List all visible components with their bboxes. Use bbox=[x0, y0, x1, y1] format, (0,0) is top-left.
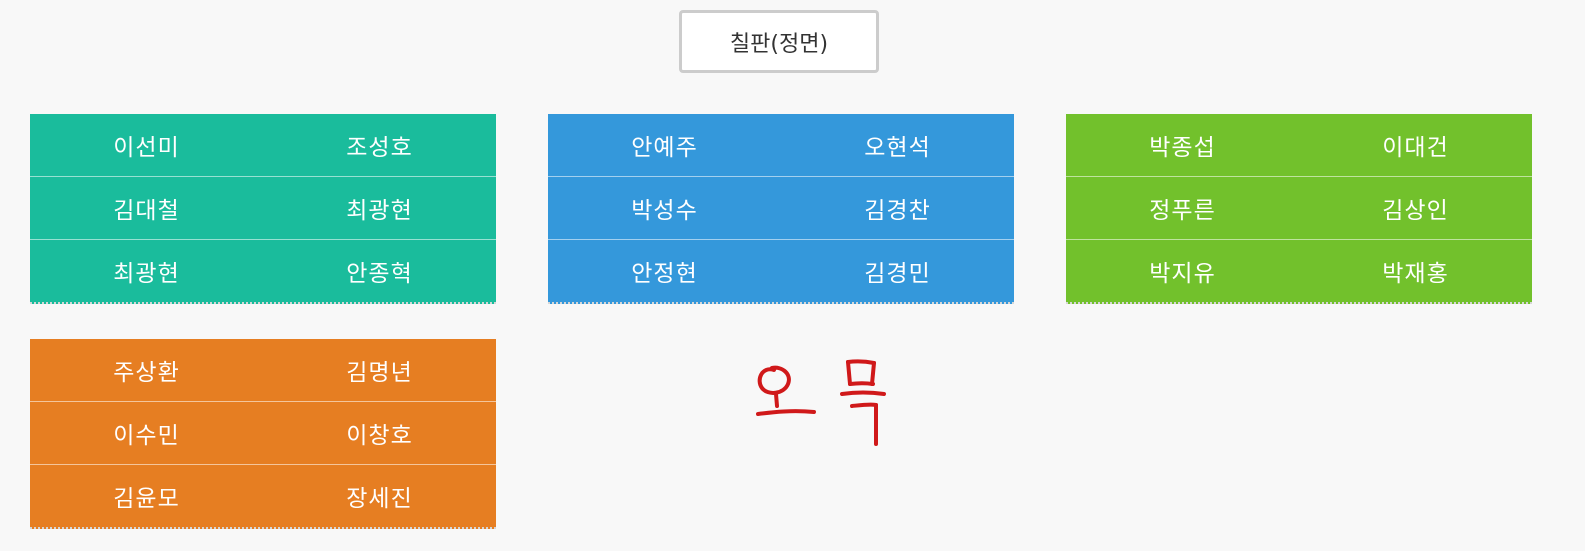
seat-name: 조성호 bbox=[346, 135, 413, 161]
seat-name: 김대철 bbox=[113, 198, 180, 224]
blackboard-front-label: 칠판(정면) bbox=[679, 10, 879, 73]
seat-row: 김윤모 장세진 bbox=[30, 465, 496, 527]
seat-row: 주상환 김명년 bbox=[30, 339, 496, 402]
seat-group-green: 박종섭 이대건 정푸른 김상인 박지유 박재홍 bbox=[1066, 114, 1532, 304]
seat-group-blue: 안예주 오현석 박성수 김경찬 안정현 김경민 bbox=[548, 114, 1014, 304]
seat-row: 이수민 이창호 bbox=[30, 402, 496, 465]
seat-group-orange: 주상환 김명년 이수민 이창호 김윤모 장세진 bbox=[30, 339, 496, 529]
seat-row: 이선미 조성호 bbox=[30, 114, 496, 177]
seat-name: 이창호 bbox=[346, 423, 413, 449]
seat-name: 최광현 bbox=[113, 261, 180, 287]
seat-row: 안정현 김경민 bbox=[548, 240, 1014, 302]
seat-name: 최광현 bbox=[346, 198, 413, 224]
seat-name: 이선미 bbox=[113, 135, 180, 161]
seat-name: 이대건 bbox=[1382, 135, 1449, 161]
seat-name: 안종혁 bbox=[346, 261, 413, 287]
handwritten-note-omok bbox=[756, 359, 886, 446]
seat-row: 박종섭 이대건 bbox=[1066, 114, 1532, 177]
seat-name: 김상인 bbox=[1382, 198, 1449, 224]
seat-name: 김명년 bbox=[346, 360, 413, 386]
seat-row: 박지유 박재홍 bbox=[1066, 240, 1532, 302]
seat-group-teal: 이선미 조성호 김대철 최광현 최광현 안종혁 bbox=[30, 114, 496, 304]
seat-name: 안정현 bbox=[631, 261, 698, 287]
seat-row: 최광현 안종혁 bbox=[30, 240, 496, 302]
seat-name: 박성수 bbox=[631, 198, 698, 224]
seat-name: 정푸른 bbox=[1149, 198, 1216, 224]
seat-name: 이수민 bbox=[113, 423, 180, 449]
seat-name: 안예주 bbox=[631, 135, 698, 161]
seat-name: 김윤모 bbox=[113, 486, 180, 512]
seat-row: 김대철 최광현 bbox=[30, 177, 496, 240]
seat-name: 김경찬 bbox=[864, 198, 931, 224]
seat-name: 박지유 bbox=[1149, 261, 1216, 287]
seat-name: 장세진 bbox=[346, 486, 413, 512]
seat-name: 박종섭 bbox=[1149, 135, 1216, 161]
seat-name: 김경민 bbox=[864, 261, 931, 287]
seat-row: 박성수 김경찬 bbox=[548, 177, 1014, 240]
seat-name: 박재홍 bbox=[1382, 261, 1449, 287]
seat-row: 안예주 오현석 bbox=[548, 114, 1014, 177]
seat-name: 주상환 bbox=[113, 360, 180, 386]
seat-name: 오현석 bbox=[864, 135, 931, 161]
seat-row: 정푸른 김상인 bbox=[1066, 177, 1532, 240]
